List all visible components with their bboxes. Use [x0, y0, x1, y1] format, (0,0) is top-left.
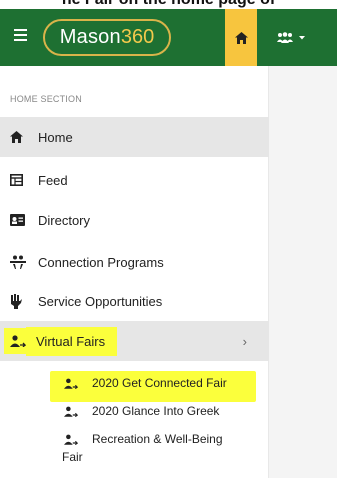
subitem-label-continued: Fair: [62, 450, 83, 464]
feed-icon: [10, 172, 38, 188]
home-icon: [234, 31, 248, 44]
logo-main-text: Mason: [59, 26, 121, 48]
sidebar-item-directory[interactable]: Directory: [0, 200, 269, 240]
sidebar-item-virtual-fairs[interactable]: Virtual Fairs ›: [0, 321, 269, 361]
hand-icon: [10, 293, 38, 309]
sidebar-item-label: Feed: [38, 172, 68, 188]
groups-dropdown[interactable]: [276, 28, 310, 48]
subitem-get-connected-fair[interactable]: 2020 Get Connected Fair: [64, 376, 227, 390]
subitem-label: 2020 Get Connected Fair: [92, 376, 227, 390]
logo-accent-text: 360: [120, 26, 155, 48]
sidebar-item-service-opportunities[interactable]: Service Opportunities: [0, 281, 269, 321]
sidebar-item-label: Virtual Fairs: [26, 326, 118, 356]
sidebar-item-label: Connection Programs: [38, 254, 164, 270]
sidebar-item-home[interactable]: Home: [0, 117, 269, 157]
section-title: HOME SECTION: [10, 94, 82, 104]
sidebar-item-connection-programs[interactable]: Connection Programs: [0, 242, 269, 282]
sidebar-item-label: Directory: [38, 212, 91, 228]
caption-text: he Fair on the home page of: [0, 0, 337, 9]
subitem-label: 2020 Glance Into Greek: [92, 404, 220, 418]
app-logo[interactable]: Mason 360: [43, 19, 171, 56]
chevron-right-icon[interactable]: ›: [243, 334, 247, 349]
fair-icon: [64, 376, 92, 390]
people-icon: [277, 32, 293, 43]
subitem-recreation-wellbeing[interactable]: Recreation & Well-Being: [64, 432, 223, 446]
subitem-glance-into-greek[interactable]: 2020 Glance Into Greek: [64, 404, 219, 418]
sidebar-item-feed[interactable]: Feed: [0, 160, 269, 200]
sidebar-item-label: Service Opportunities: [38, 293, 163, 309]
fair-icon: [64, 404, 92, 418]
subitem-label: Recreation & Well-Being: [92, 432, 223, 446]
home-tab[interactable]: [225, 9, 257, 66]
menu-icon[interactable]: [14, 29, 30, 45]
top-navbar: Mason 360: [0, 9, 337, 66]
home-icon: [10, 129, 38, 145]
connection-icon: [10, 254, 38, 270]
sidebar-item-label: Home: [38, 129, 73, 145]
fair-icon: [64, 432, 92, 446]
main-content: [269, 66, 337, 478]
directory-icon: [10, 212, 38, 228]
caret-down-icon: [299, 36, 305, 40]
